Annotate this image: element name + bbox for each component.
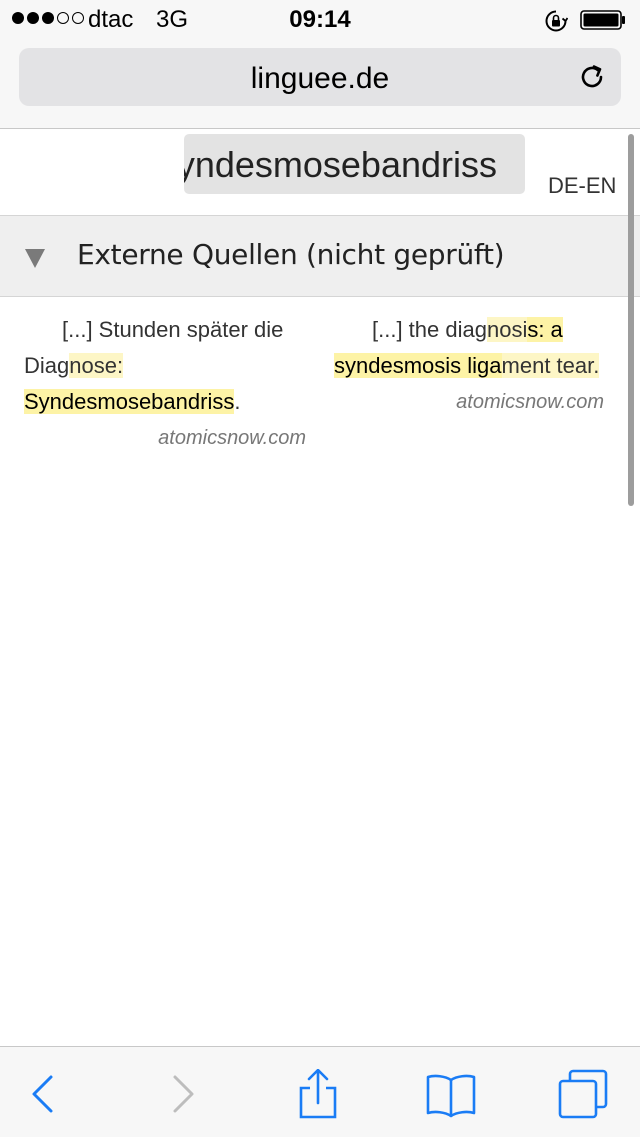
example-text-part: . [234,389,241,414]
search-query: Syndesmosebandriss [184,144,497,185]
example-highlight-term: Syndesmosebandriss [24,389,235,414]
search-input[interactable]: Syndesmosebandriss [184,134,525,194]
browser-bottom-toolbar [0,1046,640,1137]
url-field[interactable]: linguee.de [19,48,621,106]
status-bar: dtac 3G 09:14 [0,0,640,40]
example-highlight: ment tear. [501,353,600,378]
reload-icon[interactable] [577,62,607,92]
example-highlight: nosi [486,317,528,342]
language-pair-selector[interactable]: DE-EN [548,173,616,199]
example-translation-english: [...] the diagnosis: a syndesmosis ligam… [334,312,604,420]
example-highlight: nose: [69,353,124,378]
url-text: linguee.de [250,62,390,95]
forward-icon[interactable] [158,1069,208,1119]
scroll-indicator[interactable] [628,134,634,506]
search-strip: Syndesmosebandriss DE-EN [0,129,640,215]
battery-icon [580,10,625,30]
bookmarks-icon[interactable] [426,1069,476,1119]
example-source-german: [...] Stunden später die Diagnose: Syndes… [24,312,306,456]
tabs-icon[interactable] [558,1069,608,1119]
share-icon[interactable] [293,1069,343,1119]
source-link[interactable]: atomicsnow.com [24,420,306,456]
section-title: Externe Quellen (nicht geprüft) [77,238,505,271]
collapse-triangle-icon [25,249,45,268]
example-text-part: [...] Stunden später die Diag [24,317,284,378]
rotation-lock-icon [545,10,568,32]
back-icon[interactable] [18,1069,68,1119]
external-sources-header[interactable]: Externe Quellen (nicht geprüft) [0,215,640,297]
browser-address-bar: linguee.de [0,40,640,129]
source-link[interactable]: atomicsnow.com [456,384,604,420]
example-text-part: [...] the diag [372,317,487,342]
